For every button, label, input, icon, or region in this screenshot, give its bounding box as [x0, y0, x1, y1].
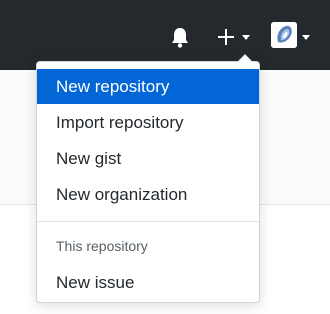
section-header: This repository [56, 238, 148, 254]
import-repository-item[interactable]: Import repository [37, 105, 259, 140]
bell-icon[interactable] [170, 26, 190, 48]
new-issue-item[interactable]: New issue [37, 265, 259, 300]
avatar[interactable] [271, 22, 297, 48]
caret-down-icon[interactable] [302, 35, 310, 40]
new-gist-item[interactable]: New gist [37, 141, 259, 176]
menu-divider [37, 221, 259, 222]
new-organization-item[interactable]: New organization [37, 177, 259, 212]
plus-icon[interactable] [214, 27, 238, 47]
new-repository-item[interactable]: New repository [37, 69, 259, 104]
create-new-dropdown: New repository Import repository New gis… [36, 54, 260, 303]
header-bar [0, 0, 330, 70]
caret-down-icon[interactable] [242, 35, 250, 40]
